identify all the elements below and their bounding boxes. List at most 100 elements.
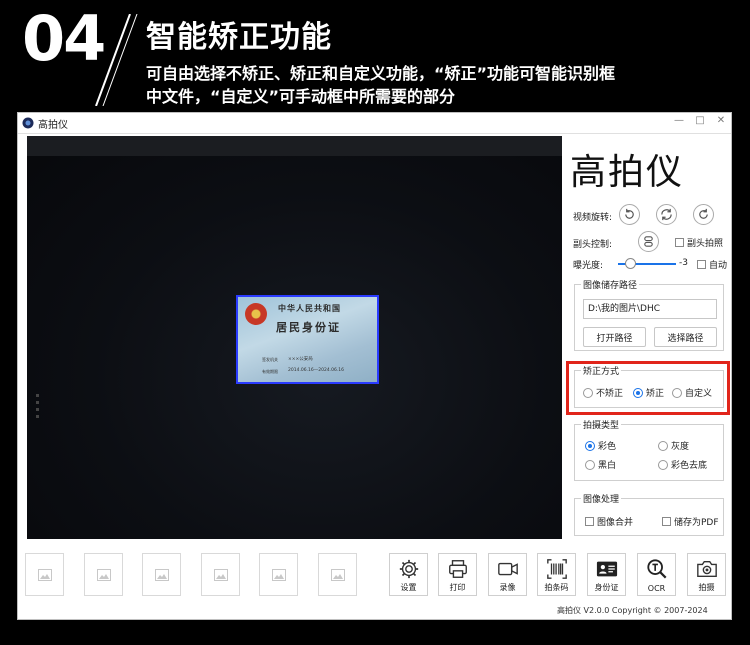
exposure-slider-handle[interactable] [625, 258, 636, 269]
feature-desc-line1: 可自由选择不矫正、矫正和自定义功能，“矫正”功能可智能识别框 [146, 64, 616, 83]
print-label: 打印 [449, 583, 466, 592]
image-placeholder-icon [96, 568, 111, 581]
feature-desc-line2: 中文件，“自定义”可手动框中所需要的部分 [146, 87, 456, 106]
select-path-button[interactable]: 选择路径 [654, 327, 717, 347]
thumbnail-slot[interactable] [318, 553, 357, 596]
camera-control-label: 副头控制: [573, 240, 613, 250]
exposure-value: -3 [679, 258, 688, 268]
capture-type-group: 拍摄类型 彩色 灰度 黑白 彩色去底 [574, 418, 724, 481]
image-processing-title: 图像处理 [581, 492, 622, 505]
title-bar[interactable]: 高拍仪 — □ ✕ [18, 113, 731, 134]
thumbnail-slot[interactable] [25, 553, 64, 596]
radio-dot-selected[interactable] [585, 440, 595, 451]
thumbnail-slot[interactable] [201, 553, 240, 596]
barcode-icon [547, 559, 567, 579]
scan-barcode-button[interactable]: 拍条码 [537, 553, 576, 596]
id-card-button[interactable]: 身份证 [587, 553, 626, 596]
image-merge-checkbox[interactable]: 图像合并 [585, 515, 633, 528]
ocr-magnifier-icon [647, 559, 667, 579]
promo-banner: 04 智能矫正功能 可自由选择不矫正、矫正和自定义功能，“矫正”功能可智能识别框… [0, 0, 750, 112]
feature-description: 可自由选择不矫正、矫正和自定义功能，“矫正”功能可智能识别框 中文件，“自定义”… [146, 62, 746, 108]
radio-dot[interactable] [658, 459, 668, 470]
image-placeholder-icon [213, 568, 228, 581]
card-title: 居民身份证 [276, 321, 341, 334]
thumbnail-slot[interactable] [84, 553, 123, 596]
detected-document-frame[interactable]: 中华人民共和国 居民身份证 签发机关 ×××公安局 有效期限 2014.06.1… [236, 295, 379, 384]
auto-exposure-checkbox[interactable]: 自动 [697, 258, 727, 271]
radio-grayscale[interactable]: 灰度 [658, 439, 689, 452]
window-controls: — □ ✕ [673, 115, 727, 126]
radio-label: 彩色 [598, 442, 617, 452]
preview-top-strip [27, 136, 562, 156]
window-title: 高拍仪 [38, 120, 68, 131]
minimize-button[interactable]: — [673, 115, 685, 126]
checkbox-box[interactable] [697, 260, 706, 269]
rotate-right-button[interactable] [693, 204, 714, 225]
camera-switch-icon [644, 236, 653, 247]
rotate-label: 视频旋转: [573, 213, 613, 223]
capture-button[interactable]: 拍摄 [687, 553, 726, 596]
thumbnail-slot[interactable] [142, 553, 181, 596]
gear-icon [399, 559, 419, 579]
settings-button[interactable]: 设置 [389, 553, 428, 596]
exposure-label: 曝光度: [573, 261, 604, 271]
settings-label: 设置 [400, 583, 417, 592]
save-as-pdf-checkbox[interactable]: 储存为PDF [662, 515, 719, 528]
image-processing-group: 图像处理 图像合并 储存为PDF [574, 492, 724, 536]
ocr-button[interactable]: OCR [637, 553, 676, 596]
open-path-button[interactable]: 打开路径 [583, 327, 646, 347]
id-card-label: 身份证 [594, 583, 619, 592]
checkbox-box[interactable] [662, 517, 671, 526]
video-camera-icon [498, 562, 518, 576]
checkbox-box[interactable] [675, 238, 684, 247]
close-button[interactable]: ✕ [715, 115, 727, 126]
slash-decoration [95, 14, 138, 106]
secondary-camera-checkbox[interactable]: 副头拍照 [675, 236, 723, 249]
radio-dot[interactable] [585, 459, 595, 470]
app-window: 高拍仪 — □ ✕ 中华人民共和国 居民身份证 签发机关 ×××公安局 有效期限… [17, 112, 732, 620]
checkbox-box[interactable] [585, 517, 594, 526]
capture-type-title: 拍摄类型 [581, 418, 622, 431]
rotate-ccw-icon [625, 208, 634, 219]
camera-icon [697, 560, 717, 578]
card-authority-value: ×××公安局 [288, 357, 313, 362]
checkbox-label: 副头拍照 [687, 239, 724, 249]
capture-label: 拍摄 [698, 583, 715, 592]
radio-color[interactable]: 彩色 [585, 439, 616, 452]
id-card-icon [596, 561, 618, 577]
checkbox-label: 自动 [709, 261, 728, 271]
preview-grip-dots [36, 394, 40, 422]
rotate-reset-button[interactable] [656, 204, 677, 225]
copyright-text: 高拍仪 V2.0.0 Copyright © 2007-2024 [557, 606, 708, 615]
radio-color-remove-bg[interactable]: 彩色去底 [658, 458, 707, 471]
national-emblem-icon [245, 303, 267, 325]
radio-label: 黑白 [598, 461, 617, 471]
radio-label: 灰度 [671, 442, 690, 452]
image-placeholder-icon [154, 568, 169, 581]
checkbox-label: 储存为PDF [674, 518, 719, 528]
correction-highlight-frame [566, 361, 730, 415]
refresh-icon [661, 208, 672, 221]
feature-title: 智能矫正功能 [146, 20, 332, 55]
maximize-button[interactable]: □ [694, 115, 706, 126]
thumbnail-slot[interactable] [259, 553, 298, 596]
radio-dot[interactable] [658, 440, 668, 451]
brand-title: 高拍仪 [570, 152, 685, 193]
save-path-input[interactable]: D:\我的图片\DHC [583, 299, 717, 319]
card-heading: 中华人民共和国 [278, 303, 341, 313]
card-authority-label: 签发机关 [262, 357, 278, 362]
printer-icon [449, 560, 467, 578]
app-logo-icon [22, 117, 34, 129]
card-validity-value: 2014.06.16—2024.06.16 [288, 368, 345, 373]
camera-preview[interactable]: 中华人民共和国 居民身份证 签发机关 ×××公安局 有效期限 2014.06.1… [27, 136, 562, 539]
image-placeholder-icon [330, 568, 345, 581]
radio-label: 彩色去底 [671, 461, 708, 471]
save-path-group: 图像储存路径 D:\我的图片\DHC 打开路径 选择路径 [574, 278, 724, 351]
switch-camera-button[interactable] [638, 231, 659, 252]
ocr-label: OCR [647, 584, 666, 593]
print-button[interactable]: 打印 [438, 553, 477, 596]
rotate-left-button[interactable] [619, 204, 640, 225]
image-placeholder-icon [37, 568, 52, 581]
record-video-button[interactable]: 录像 [488, 553, 527, 596]
radio-black-white[interactable]: 黑白 [585, 458, 616, 471]
